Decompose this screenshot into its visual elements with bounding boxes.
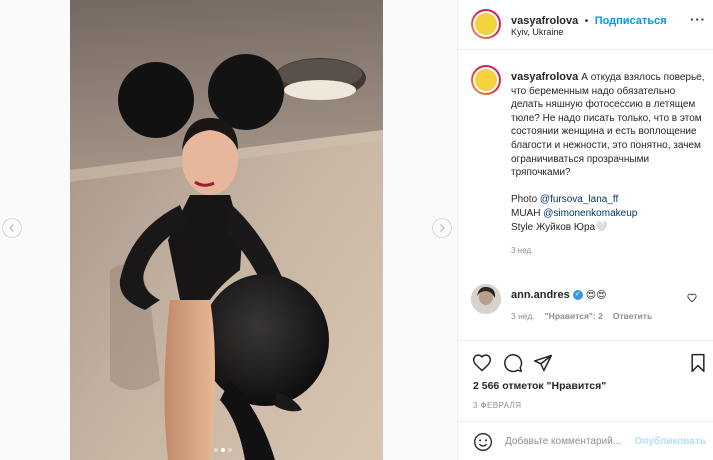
commenter-avatar[interactable] [471,284,501,314]
header-avatar[interactable] [471,9,501,39]
commenter-username[interactable]: ann.andres [511,289,570,301]
next-post-button[interactable] [432,218,452,238]
post-header: vasyafrolova • Подписаться Kyiv, Ukraine… [458,0,713,50]
caption-time[interactable]: 3 нед. [511,244,707,258]
caption-username[interactable]: vasyafrolova [511,71,578,83]
save-bookmark-icon[interactable] [688,353,708,373]
verified-badge-icon: ✓ [572,290,583,301]
photo-scene [70,0,383,460]
header-separator: • [584,16,589,27]
post-actions: 2 566 отметок "Нравится" 3 ФЕВРАЛЯ Добав… [458,340,713,460]
credit-style: Style Жуйков Юра🤍 [511,221,608,233]
credit-muah-prefix: MUAH [511,207,544,219]
credit-photo-link[interactable]: @fursova_lana_ff [540,194,618,205]
reply-button[interactable]: Ответить [613,311,652,321]
previous-post-button[interactable] [2,218,22,238]
header-username[interactable]: vasyafrolova [511,15,578,27]
more-options-button[interactable]: ··· [690,12,706,27]
likes-count[interactable]: 2 566 отметок "Нравится" [473,380,606,392]
location-link[interactable]: Kyiv, Ukraine [511,27,563,37]
caption-avatar[interactable] [471,65,501,95]
post-photo[interactable] [70,0,383,460]
caption-text: А откуда взялось поверье, что беременным… [511,72,705,179]
add-comment-bar: Добавьте комментарий... Опубликовать [458,421,713,460]
chevron-left-icon [8,223,15,233]
publish-comment-button[interactable]: Опубликовать [635,436,706,447]
share-paper-plane-icon[interactable] [533,353,553,373]
comment: ann.andres ✓ 😍😍 [511,289,607,301]
comment-time[interactable]: 3 нед. [511,311,535,321]
credit-photo-prefix: Photo [511,194,540,206]
carousel-dot-active [221,448,225,452]
post-caption: vasyafrolova А откуда взялось поверье, чт… [511,71,707,258]
instagram-post-view: vasyafrolova • Подписаться Kyiv, Ukraine… [0,0,713,460]
chevron-right-icon [439,223,446,233]
comment-likes[interactable]: "Нравится": 2 [545,311,603,321]
comment-meta: 3 нед. "Нравится": 2 Ответить [511,311,652,321]
carousel-dot [214,448,218,452]
follow-button[interactable]: Подписаться [595,15,667,27]
avatar-image [471,284,501,314]
credit-muah-link[interactable]: @simonenkomakeup [543,208,637,219]
avatar-image [475,13,497,35]
comment-text: 😍😍 [585,290,607,301]
carousel-dot [228,448,232,452]
avatar-image [475,69,497,91]
post-details-panel: vasyafrolova • Подписаться Kyiv, Ukraine… [457,0,713,460]
comment-like-heart-icon[interactable] [687,293,697,303]
post-date[interactable]: 3 ФЕВРАЛЯ [473,401,521,410]
carousel-indicator [214,448,232,452]
comment-bubble-icon[interactable] [503,353,523,373]
emoji-smiley-icon[interactable] [473,432,493,452]
comment-input[interactable]: Добавьте комментарий... [505,436,621,447]
like-heart-icon[interactable] [472,353,492,373]
